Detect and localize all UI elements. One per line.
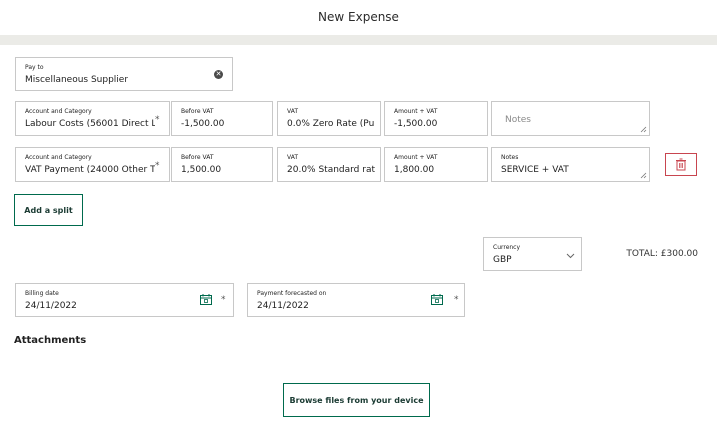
account-value: VAT Payment (24000 Other T xyxy=(25,165,155,175)
pay-to-field[interactable]: Pay to Miscellaneous Supplier ✕ xyxy=(15,57,233,91)
pay-to-value: Miscellaneous Supplier xyxy=(25,75,129,85)
currency-value: GBP xyxy=(493,255,512,265)
add-split-button[interactable]: Add a split xyxy=(14,194,83,226)
chevron-down-icon xyxy=(566,253,575,259)
vat-value: 20.0% Standard rat xyxy=(287,165,376,175)
account-label: Account and Category xyxy=(25,154,92,161)
vat-value: 0.0% Zero Rate (Pu xyxy=(287,119,375,129)
required-marker: * xyxy=(155,115,160,125)
split-2-amount-vat-field[interactable]: Amount + VAT 1,800.00 xyxy=(384,147,488,182)
before-vat-value: 1,500.00 xyxy=(181,165,222,175)
split-1-notes-field[interactable]: Notes xyxy=(491,101,650,136)
trash-icon xyxy=(676,158,686,171)
split-2-notes-field[interactable]: Notes SERVICE + VAT xyxy=(491,147,650,182)
required-marker: * xyxy=(454,295,459,305)
split-1-vat-field[interactable]: VAT 0.0% Zero Rate (Pu xyxy=(277,101,381,136)
page-title: New Expense xyxy=(318,10,399,24)
calendar-icon[interactable] xyxy=(431,294,443,305)
split-2-account-field[interactable]: Account and Category VAT Payment (24000 … xyxy=(15,147,170,182)
attachments-heading: Attachments xyxy=(14,335,87,346)
currency-select[interactable]: Currency GBP xyxy=(483,237,582,271)
payment-forecast-value: 24/11/2022 xyxy=(257,301,309,311)
before-vat-value: -1,500.00 xyxy=(181,119,225,129)
amount-vat-label: Amount + VAT xyxy=(394,108,438,115)
notes-label: Notes xyxy=(501,154,519,161)
calendar-icon[interactable] xyxy=(200,294,212,305)
amount-vat-label: Amount + VAT xyxy=(394,154,438,161)
payment-forecast-field[interactable]: Payment forecasted on 24/11/2022 * xyxy=(247,283,465,317)
split-1-before-vat-field[interactable]: Before VAT -1,500.00 xyxy=(171,101,273,136)
split-1-amount-vat-field[interactable]: Amount + VAT -1,500.00 xyxy=(384,101,488,136)
amount-vat-value: 1,800.00 xyxy=(394,165,435,175)
billing-date-value: 24/11/2022 xyxy=(25,301,77,311)
vat-label: VAT xyxy=(287,108,299,115)
split-2-before-vat-field[interactable]: Before VAT 1,500.00 xyxy=(171,147,273,182)
account-label: Account and Category xyxy=(25,108,92,115)
currency-label: Currency xyxy=(493,244,521,251)
clear-icon[interactable]: ✕ xyxy=(214,70,223,79)
browse-files-button[interactable]: Browse files from your device xyxy=(283,383,430,417)
billing-date-field[interactable]: Billing date 24/11/2022 * xyxy=(15,283,234,317)
split-2-vat-field[interactable]: VAT 20.0% Standard rat xyxy=(277,147,381,182)
notes-placeholder: Notes xyxy=(505,115,531,125)
split-1-account-field[interactable]: Account and Category Labour Costs (56001… xyxy=(15,101,170,136)
header-divider-band xyxy=(0,35,717,45)
notes-value: SERVICE + VAT xyxy=(501,165,569,175)
account-value: Labour Costs (56001 Direct L xyxy=(25,119,155,129)
vat-label: VAT xyxy=(287,154,299,161)
delete-split-button[interactable] xyxy=(665,153,697,176)
required-marker: * xyxy=(221,295,226,305)
before-vat-label: Before VAT xyxy=(181,108,214,115)
billing-date-label: Billing date xyxy=(25,290,59,297)
total-amount: TOTAL: £300.00 xyxy=(626,249,698,259)
payment-forecast-label: Payment forecasted on xyxy=(257,290,327,297)
amount-vat-value: -1,500.00 xyxy=(394,119,438,129)
resize-handle-icon[interactable] xyxy=(640,172,647,179)
resize-handle-icon[interactable] xyxy=(640,126,647,133)
required-marker: * xyxy=(155,161,160,171)
before-vat-label: Before VAT xyxy=(181,154,214,161)
pay-to-label: Pay to xyxy=(25,64,44,71)
